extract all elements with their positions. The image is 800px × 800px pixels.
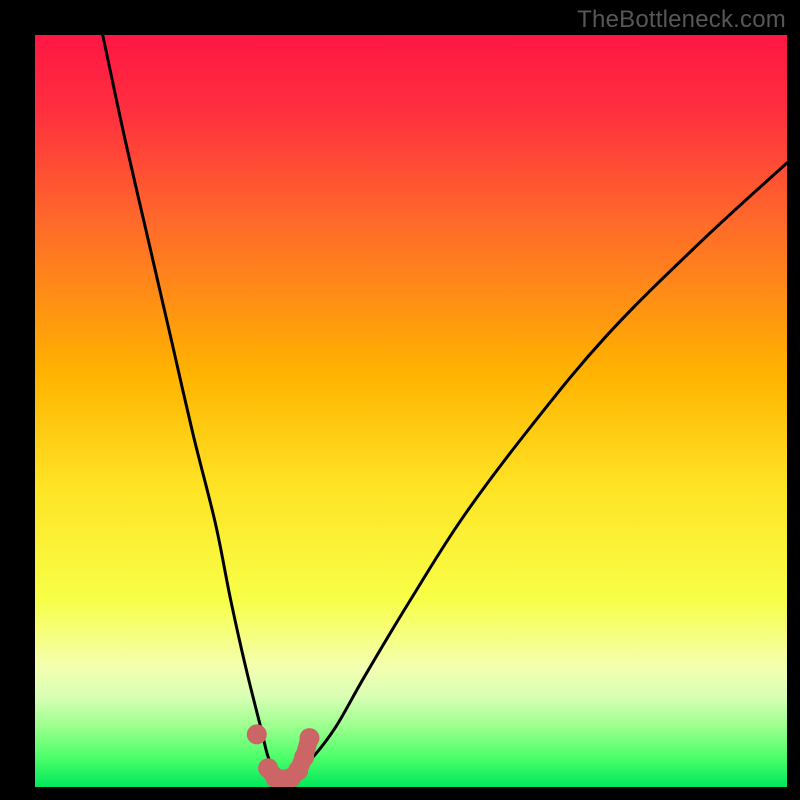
highlight-marker	[294, 747, 314, 767]
highlight-marker	[300, 728, 320, 748]
watermark-text: TheBottleneck.com	[577, 6, 786, 34]
chart-frame: TheBottleneck.com	[0, 0, 800, 800]
highlight-marker	[247, 724, 267, 744]
plot-area	[35, 35, 787, 787]
bottleneck-curve	[35, 35, 787, 787]
